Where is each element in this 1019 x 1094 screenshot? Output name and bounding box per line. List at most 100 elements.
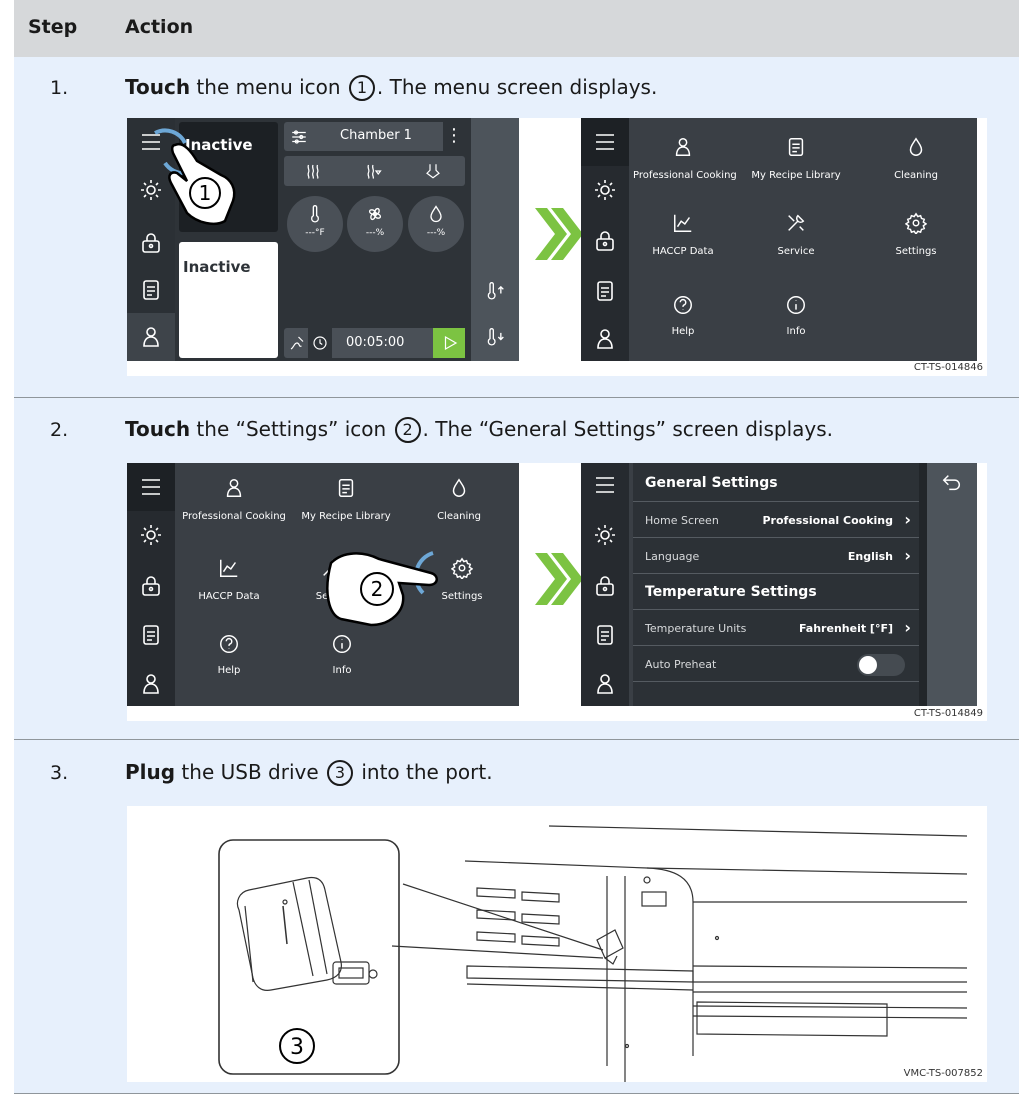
recipe-book-icon[interactable] [593,623,617,647]
sun-icon[interactable] [593,523,617,547]
step-figure: 3 VMC-TS-007852 [127,806,987,1082]
droplet-icon [430,205,442,223]
sidebar-active-item[interactable] [127,463,175,511]
start-button[interactable] [433,328,465,358]
recipe-book-icon[interactable] [593,279,617,303]
right-rail [471,118,519,361]
settings-row-home-screen[interactable]: Home Screen Professional Cooking › [633,501,919,538]
setting-value: Fahrenheit [°F] [798,622,893,635]
probe-icon[interactable] [288,334,306,352]
core-temp-up-icon[interactable] [485,280,505,302]
sidebar [581,118,629,361]
steam-icon[interactable] [304,162,322,180]
fan-dial[interactable]: ---% [347,196,403,252]
temperature-readout: ---°F [305,228,325,238]
chart-icon [674,214,692,232]
chef-icon [143,327,159,347]
chef-icon [226,479,242,497]
gear-icon [905,212,927,234]
sidebar-active-item[interactable] [127,313,175,361]
auto-preheat-toggle[interactable] [857,654,905,676]
right-rail [927,463,977,706]
action-verb: Plug [125,760,176,784]
chef-icon[interactable] [139,672,163,696]
next-arrow-icon [535,208,583,260]
combi-icon[interactable] [364,162,382,180]
menu-item-label: My Recipe Library [301,511,391,522]
figure-code: CT-TS-014849 [913,708,983,719]
step-row-2: 2. Touch the “Settings” icon 2. The “Gen… [14,398,1019,740]
lock-icon[interactable] [139,574,163,598]
chef-icon[interactable] [593,327,617,351]
step-instruction: Plug the USB drive 3 into the port. [125,760,493,786]
recipe-book-icon[interactable] [139,623,163,647]
recipe-book-icon[interactable] [139,278,163,302]
sidebar [581,463,629,706]
tools-icon [788,214,805,231]
sliders-icon [292,130,306,144]
menu-item-label: Cleaning [894,170,938,181]
recipe-book-icon [788,138,804,156]
instruction-text: . The “General Settings” screen displays… [422,417,834,441]
clock-icon [313,336,327,350]
next-arrow-icon [535,553,583,605]
droplet-icon [452,478,466,497]
instruction-text: . The menu screen displays. [376,75,658,99]
chef-icon[interactable] [593,672,617,696]
instruction-text: the menu icon [190,75,347,99]
scrollbar[interactable] [919,463,927,706]
back-icon[interactable] [941,471,963,493]
chevron-right-icon: › [904,546,911,565]
setting-value: Professional Cooking [762,514,893,527]
sun-icon[interactable] [139,523,163,547]
chamber-name: Chamber 1 [340,128,412,143]
settings-row-cut-off[interactable] [633,681,919,706]
setting-label: Auto Preheat [645,658,717,671]
droplet-icon [909,137,923,156]
settings-row-auto-preheat: Auto Preheat [633,645,919,682]
menu-item-label: Professional Cooking [633,170,737,181]
clock-button[interactable] [308,328,332,358]
toggle-knob [859,656,877,674]
callout-number: 3 [290,1035,304,1060]
setting-value: English [847,550,893,563]
status-panel-bottom[interactable]: Inactive [179,242,278,358]
temperature-dial[interactable]: ---°F [287,196,343,252]
more-options-icon[interactable]: ⋮ [443,122,465,151]
settings-row-language[interactable]: Language English › [633,537,919,574]
settings-list: General Settings Home Screen Professiona… [633,463,919,706]
callout-number: 1 [348,75,375,101]
menu-icon[interactable] [593,473,617,497]
chevron-right-icon: › [904,618,911,637]
touch-hand-callout: 1 [154,128,236,225]
sidebar-active-item[interactable] [581,118,629,166]
convection-icon[interactable] [424,162,442,180]
lock-icon[interactable] [139,231,163,255]
menu-screen: Professional Cooking My Recipe Library C… [127,463,519,706]
core-temp-down-icon[interactable] [485,326,505,348]
step-figure: Professional Cooking My Recipe Library C… [127,463,987,721]
lock-icon[interactable] [593,574,617,598]
settings-row-temperature-units[interactable]: Temperature Units Fahrenheit [°F] › [633,609,919,646]
menu-item-label: HACCP Data [652,246,714,257]
step-row-3: 3. Plug the USB drive 3 into the port. 3… [14,740,1019,1094]
humidity-dial[interactable]: ---% [408,196,464,252]
action-verb: Touch [125,75,191,99]
chart-icon [220,559,238,577]
action-verb: Touch [125,417,191,441]
callout-number: 1 [199,181,212,205]
menu-item-label: My Recipe Library [751,170,841,181]
menu-item-label: Service [777,246,815,257]
fan-icon [368,207,382,221]
lock-icon[interactable] [593,229,617,253]
menu-icon [596,134,614,150]
chamber-selector[interactable]: Chamber 1 ⋮ [284,122,465,151]
setting-label: Home Screen [645,514,719,527]
oven-home-screen: Inactive Inactive Chamber 1 ⋮ ---°F ---%… [127,118,519,361]
sun-icon[interactable] [593,178,617,202]
menu-item-label: Professional Cooking [182,511,286,522]
figure-code: CT-TS-014846 [913,362,983,373]
step-instruction: Touch the “Settings” icon 2. The “Genera… [125,417,833,443]
timer-value[interactable]: 00:05:00 [346,335,404,350]
step-number: 3. [50,762,69,784]
